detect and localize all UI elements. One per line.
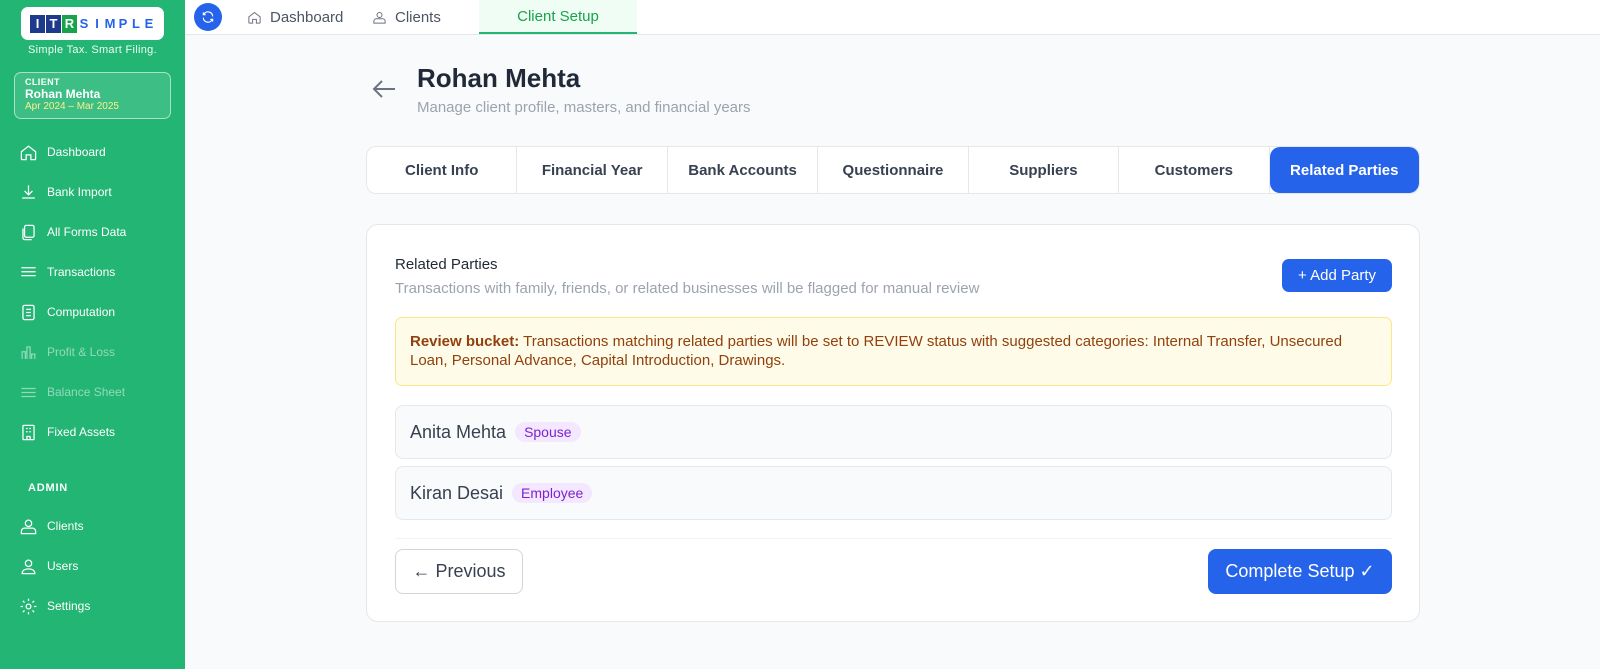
- step-suppliers[interactable]: Suppliers: [969, 147, 1120, 193]
- clients-icon: [373, 11, 386, 24]
- sidebar-item-label: Transactions: [47, 265, 116, 279]
- notice-label: Review bucket:: [410, 333, 520, 350]
- step-bank-accounts[interactable]: Bank Accounts: [668, 147, 819, 193]
- top-tab-label: Dashboard: [270, 8, 344, 26]
- relation-badge: Spouse: [515, 422, 581, 442]
- gear-icon: [20, 598, 37, 614]
- sidebar-item-settings[interactable]: Settings: [19, 595, 90, 617]
- step-financial-year[interactable]: Financial Year: [517, 147, 668, 193]
- home-icon: [248, 11, 261, 24]
- sidebar-item-label: Clients: [47, 519, 84, 533]
- party-row[interactable]: Anita Mehta Spouse: [395, 405, 1392, 459]
- step-related-parties[interactable]: Related Parties: [1269, 147, 1419, 193]
- page-subtitle: Manage client profile, masters, and fina…: [417, 99, 751, 116]
- sidebar-item-all-forms-data[interactable]: All Forms Data: [19, 221, 126, 243]
- logo-letter: I: [30, 14, 45, 33]
- calculator-icon: [22, 304, 35, 320]
- brand-tagline: Simple Tax. Smart Filing.: [28, 44, 157, 56]
- brand-logo[interactable]: I T R S I M P L E: [21, 7, 164, 40]
- sidebar-item-label: Balance Sheet: [47, 385, 126, 399]
- complete-setup-button[interactable]: Complete Setup ✓: [1208, 549, 1392, 594]
- arrow-left-icon: [372, 80, 395, 98]
- refresh-icon: [202, 11, 214, 23]
- step-questionnaire[interactable]: Questionnaire: [818, 147, 969, 193]
- top-navigation: Dashboard Clients Client Setup: [185, 0, 1600, 35]
- sidebar-item-label: Profit & Loss: [47, 345, 116, 359]
- setup-steps: Client Info Financial Year Bank Accounts…: [366, 146, 1420, 194]
- sidebar-item-label: Computation: [47, 305, 116, 319]
- relation-badge: Employee: [512, 483, 593, 503]
- review-bucket-notice: Review bucket: Transactions matching rel…: [395, 317, 1392, 386]
- logo-letter: R: [62, 14, 77, 33]
- top-tab-label: Client Setup: [517, 7, 599, 25]
- top-tab-label: Clients: [395, 8, 441, 26]
- sidebar-item-computation[interactable]: Computation: [19, 301, 115, 323]
- building-icon: [22, 424, 35, 440]
- documents-icon: [22, 224, 35, 240]
- download-icon: [22, 184, 35, 199]
- add-party-button[interactable]: + Add Party: [1282, 259, 1392, 292]
- top-tab-dashboard[interactable]: Dashboard: [247, 0, 343, 34]
- notice-text: Transactions matching related parties wi…: [410, 333, 1343, 369]
- sidebar-item-label: Fixed Assets: [47, 425, 116, 439]
- sidebar-item-balance-sheet: Balance Sheet: [19, 381, 125, 403]
- top-tab-clients[interactable]: Clients: [372, 0, 441, 34]
- sidebar-section-admin: ADMIN: [28, 482, 69, 494]
- previous-button[interactable]: ← Previous: [395, 549, 523, 594]
- back-button[interactable]: [371, 78, 397, 100]
- client-card-name: Rohan Mehta: [25, 87, 101, 101]
- list-icon: [21, 266, 36, 276]
- logo-letter: I: [95, 15, 99, 31]
- sidebar-item-dashboard[interactable]: Dashboard: [19, 141, 106, 163]
- sidebar-item-label: Bank Import: [47, 185, 112, 199]
- top-tab-client-setup[interactable]: Client Setup: [479, 0, 637, 34]
- client-card-period: Apr 2024 – Mar 2025: [25, 101, 119, 112]
- logo-letter: L: [132, 15, 140, 31]
- related-parties-card: Related Parties Transactions with family…: [366, 224, 1420, 622]
- step-customers[interactable]: Customers: [1119, 147, 1270, 193]
- logo-letter: T: [46, 14, 61, 33]
- section-subtitle: Transactions with family, friends, or re…: [395, 280, 980, 297]
- sidebar-item-label: All Forms Data: [47, 225, 127, 239]
- logo-letter: P: [118, 15, 128, 31]
- home-icon: [20, 144, 37, 160]
- sidebar-item-label: Dashboard: [47, 145, 106, 159]
- step-client-info[interactable]: Client Info: [367, 147, 518, 193]
- party-row[interactable]: Kiran Desai Employee: [395, 466, 1392, 520]
- page-title: Rohan Mehta: [417, 63, 581, 93]
- party-name: Kiran Desai: [410, 482, 504, 503]
- divider: [395, 538, 1392, 539]
- logo-letter: E: [144, 15, 154, 31]
- bar-chart-icon: [21, 345, 36, 359]
- refresh-button[interactable]: [194, 3, 222, 31]
- client-card[interactable]: CLIENT Rohan Mehta Apr 2024 – Mar 2025: [14, 72, 171, 119]
- client-card-label: CLIENT: [25, 77, 60, 87]
- logo-letter: M: [104, 15, 116, 31]
- section-title: Related Parties: [395, 256, 498, 273]
- sidebar-item-profit-loss: Profit & Loss: [19, 341, 115, 363]
- sidebar: I T R S I M P L E Simple Tax. Smart Fili…: [0, 0, 185, 669]
- logo-letter: S: [79, 15, 89, 31]
- sidebar-item-bank-import[interactable]: Bank Import: [19, 181, 112, 203]
- users-icon: [21, 559, 36, 574]
- clients-icon: [20, 519, 37, 534]
- sidebar-item-users[interactable]: Users: [19, 555, 78, 577]
- list-icon: [21, 387, 36, 397]
- sidebar-item-label: Users: [47, 559, 79, 573]
- sidebar-item-label: Settings: [47, 599, 91, 613]
- sidebar-item-clients[interactable]: Clients: [19, 515, 84, 537]
- sidebar-item-fixed-assets[interactable]: Fixed Assets: [19, 421, 115, 443]
- sidebar-item-transactions[interactable]: Transactions: [19, 261, 115, 283]
- party-name: Anita Mehta: [410, 421, 507, 442]
